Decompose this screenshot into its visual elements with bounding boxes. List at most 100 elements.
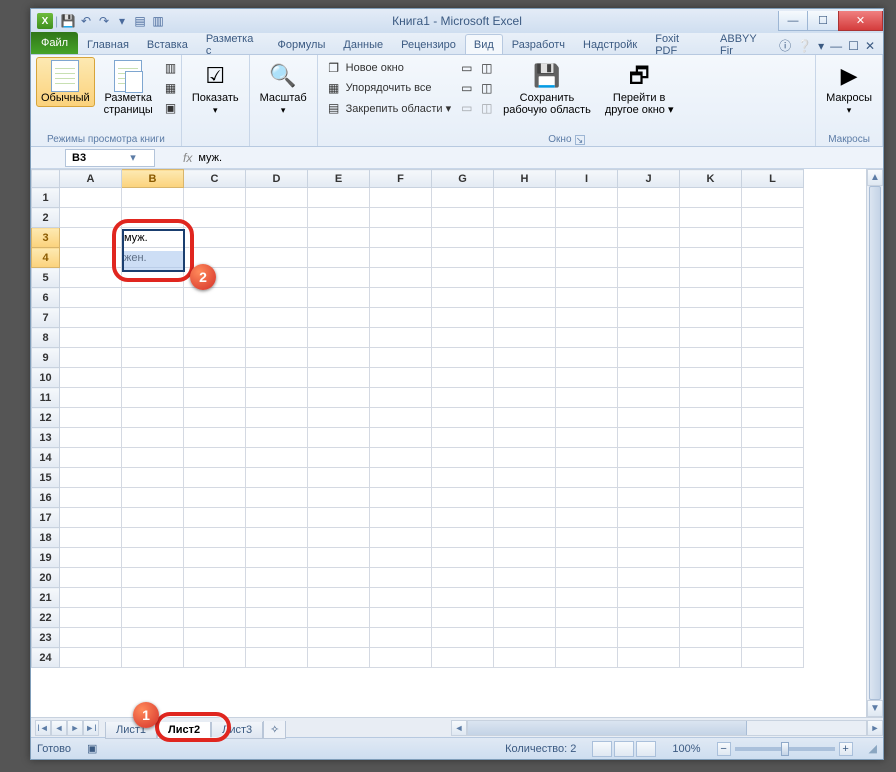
tab-layout[interactable]: Разметка с [197, 34, 269, 54]
cell-J6[interactable] [618, 288, 680, 308]
col-header-E[interactable]: E [308, 170, 370, 188]
cell-E4[interactable] [308, 248, 370, 268]
cell-L23[interactable] [742, 628, 804, 648]
cell-I14[interactable] [556, 448, 618, 468]
qat-custom-icon[interactable]: ▾ [114, 13, 130, 29]
cell-H13[interactable] [494, 428, 556, 448]
mdi-restore-icon[interactable]: — [830, 39, 842, 53]
status-layout-view[interactable] [614, 741, 634, 757]
minimize-button[interactable]: — [778, 11, 808, 31]
cell-D14[interactable] [246, 448, 308, 468]
switch-window-button[interactable]: 🗗 Перейти в другое окно ▾ [600, 57, 679, 119]
cell-I5[interactable] [556, 268, 618, 288]
cell-D18[interactable] [246, 528, 308, 548]
col-header-G[interactable]: G [432, 170, 494, 188]
sheet-tab-2[interactable]: Лист2 [157, 722, 211, 739]
cell-I20[interactable] [556, 568, 618, 588]
cell-A5[interactable] [60, 268, 122, 288]
cell-D24[interactable] [246, 648, 308, 668]
row-header-17[interactable]: 17 [32, 508, 60, 528]
cell-C15[interactable] [184, 468, 246, 488]
cell-K24[interactable] [680, 648, 742, 668]
cell-C4[interactable] [184, 248, 246, 268]
row-header-12[interactable]: 12 [32, 408, 60, 428]
close-button[interactable]: ✕ [838, 11, 883, 31]
cell-H4[interactable] [494, 248, 556, 268]
name-box-input[interactable] [66, 152, 126, 164]
side-icon-3[interactable]: ◫ [478, 99, 494, 117]
tab-review[interactable]: Рецензиро [392, 34, 465, 54]
cell-C20[interactable] [184, 568, 246, 588]
cell-C10[interactable] [184, 368, 246, 388]
cell-C3[interactable] [184, 228, 246, 248]
scroll-left-icon[interactable]: ◄ [451, 720, 467, 736]
cell-I6[interactable] [556, 288, 618, 308]
cell-I18[interactable] [556, 528, 618, 548]
new-sheet-button[interactable]: ✧ [263, 721, 286, 739]
cell-G22[interactable] [432, 608, 494, 628]
cell-C22[interactable] [184, 608, 246, 628]
page-layout-button[interactable]: Разметка страницы [99, 57, 158, 119]
cell-J2[interactable] [618, 208, 680, 228]
cell-C23[interactable] [184, 628, 246, 648]
cell-A22[interactable] [60, 608, 122, 628]
cell-A8[interactable] [60, 328, 122, 348]
cell-B1[interactable] [122, 188, 184, 208]
row-header-23[interactable]: 23 [32, 628, 60, 648]
split-icon[interactable]: ▭ [458, 59, 474, 77]
cell-J3[interactable] [618, 228, 680, 248]
col-header-F[interactable]: F [370, 170, 432, 188]
cell-K2[interactable] [680, 208, 742, 228]
col-header-L[interactable]: L [742, 170, 804, 188]
cell-F2[interactable] [370, 208, 432, 228]
cell-D20[interactable] [246, 568, 308, 588]
cell-F4[interactable] [370, 248, 432, 268]
cell-G5[interactable] [432, 268, 494, 288]
cell-G16[interactable] [432, 488, 494, 508]
tab-insert[interactable]: Вставка [138, 34, 197, 54]
col-header-I[interactable]: I [556, 170, 618, 188]
row-header-21[interactable]: 21 [32, 588, 60, 608]
cell-D11[interactable] [246, 388, 308, 408]
cell-K19[interactable] [680, 548, 742, 568]
cell-E19[interactable] [308, 548, 370, 568]
side-icon-1[interactable]: ◫ [478, 59, 494, 77]
cell-H23[interactable] [494, 628, 556, 648]
cell-I19[interactable] [556, 548, 618, 568]
col-header-D[interactable]: D [246, 170, 308, 188]
mdi-close-icon[interactable]: ✕ [865, 39, 875, 53]
cell-D16[interactable] [246, 488, 308, 508]
cell-K17[interactable] [680, 508, 742, 528]
cell-K10[interactable] [680, 368, 742, 388]
cell-L1[interactable] [742, 188, 804, 208]
cell-E13[interactable] [308, 428, 370, 448]
tab-addins[interactable]: Надстройк [574, 34, 646, 54]
cell-J1[interactable] [618, 188, 680, 208]
cell-E6[interactable] [308, 288, 370, 308]
cell-I4[interactable] [556, 248, 618, 268]
vscroll-thumb[interactable] [869, 186, 881, 700]
cell-K11[interactable] [680, 388, 742, 408]
cell-A6[interactable] [60, 288, 122, 308]
cell-G6[interactable] [432, 288, 494, 308]
cell-J24[interactable] [618, 648, 680, 668]
row-header-16[interactable]: 16 [32, 488, 60, 508]
cell-D22[interactable] [246, 608, 308, 628]
cell-L17[interactable] [742, 508, 804, 528]
cell-G10[interactable] [432, 368, 494, 388]
cell-F13[interactable] [370, 428, 432, 448]
row-header-20[interactable]: 20 [32, 568, 60, 588]
file-tab[interactable]: Файл [31, 32, 78, 54]
cell-A18[interactable] [60, 528, 122, 548]
cell-I11[interactable] [556, 388, 618, 408]
cell-F11[interactable] [370, 388, 432, 408]
cell-L22[interactable] [742, 608, 804, 628]
cell-K15[interactable] [680, 468, 742, 488]
cell-K8[interactable] [680, 328, 742, 348]
zoom-handle[interactable] [781, 742, 789, 756]
cell-G24[interactable] [432, 648, 494, 668]
row-header-9[interactable]: 9 [32, 348, 60, 368]
fx-icon[interactable]: fx [183, 151, 192, 165]
cell-A17[interactable] [60, 508, 122, 528]
hscroll-thumb[interactable] [468, 721, 747, 735]
